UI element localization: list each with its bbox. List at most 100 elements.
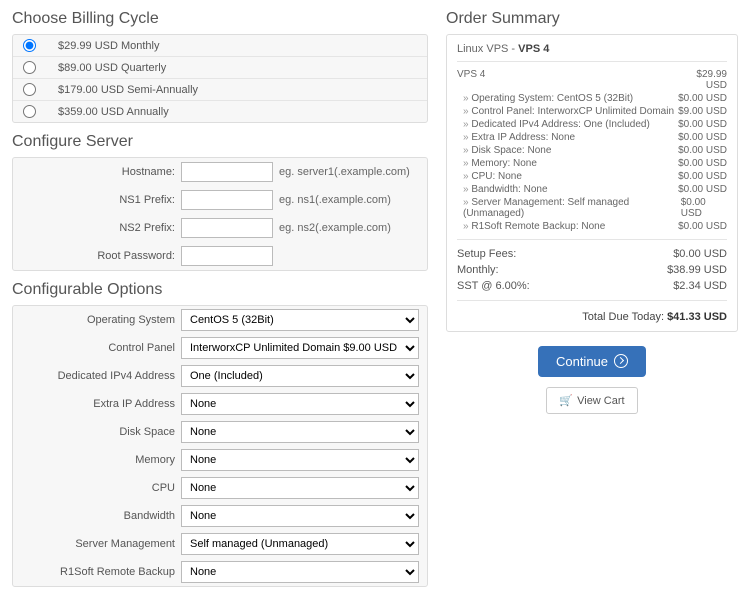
ns1-hint: eg. ns1(.example.com)	[279, 194, 391, 206]
summary-line-price: $0.00 USD	[681, 197, 727, 219]
option-label: Disk Space	[21, 426, 181, 438]
option-label: Operating System	[21, 314, 181, 326]
summary-line-price: $0.00 USD	[678, 171, 727, 182]
summary-line: Disk Space: None $0.00 USD	[457, 144, 727, 157]
summary-line: Server Management: Self managed (Unmanag…	[457, 196, 727, 220]
summary-line: Operating System: CentOS 5 (32Bit) $0.00 …	[457, 92, 727, 105]
billing-cycle-title: Choose Billing Cycle	[12, 10, 428, 28]
product-heading: Linux VPS - VPS 4	[457, 43, 727, 62]
hostname-hint: eg. server1(.example.com)	[279, 166, 410, 178]
configure-server-title: Configure Server	[12, 133, 428, 151]
summary-line-name: Server Management: Self managed (Unmanag…	[463, 197, 681, 219]
option-select[interactable]: None	[181, 393, 419, 415]
root-password-input[interactable]	[181, 246, 273, 266]
billing-label: $29.99 USD Monthly	[58, 40, 160, 52]
summary-total-value: $2.34 USD	[673, 280, 727, 292]
option-select[interactable]: One (Included)	[181, 365, 419, 387]
option-row: Extra IP AddressNone	[13, 390, 427, 418]
ns2-hint: eg. ns2(.example.com)	[279, 222, 391, 234]
option-select[interactable]: None	[181, 449, 419, 471]
option-row: Operating SystemCentOS 5 (32Bit)	[13, 306, 427, 334]
hostname-input[interactable]	[181, 162, 273, 182]
summary-line-name: Bandwidth: None	[463, 184, 548, 195]
summary-line-name: CPU: None	[463, 171, 522, 182]
summary-line-price: $0.00 USD	[678, 93, 727, 104]
billing-option[interactable]: $89.00 USD Quarterly	[13, 57, 427, 79]
summary-line-name: Memory: None	[463, 158, 537, 169]
option-select[interactable]: None	[181, 477, 419, 499]
billing-label: $89.00 USD Quarterly	[58, 62, 166, 74]
summary-line: Extra IP Address: None $0.00 USD	[457, 131, 727, 144]
summary-base-line: VPS 4 $29.99 USD	[457, 68, 727, 92]
ns1-input[interactable]	[181, 190, 273, 210]
billing-radio[interactable]	[23, 61, 36, 74]
summary-total-value: $0.00 USD	[673, 248, 727, 260]
summary-line: Dedicated IPv4 Address: One (Included)$0…	[457, 118, 727, 131]
summary-base-name: VPS 4	[457, 69, 485, 91]
ns2-input[interactable]	[181, 218, 273, 238]
option-row: MemoryNone	[13, 446, 427, 474]
summary-line-name: Extra IP Address: None	[463, 132, 575, 143]
billing-option[interactable]: $179.00 USD Semi-Annually	[13, 79, 427, 101]
summary-line: Bandwidth: None $0.00 USD	[457, 183, 727, 196]
option-row: Server ManagementSelf managed (Unmanaged…	[13, 530, 427, 558]
option-row: Disk SpaceNone	[13, 418, 427, 446]
order-summary-panel: Linux VPS - VPS 4 VPS 4 $29.99 USD Opera…	[446, 34, 738, 332]
summary-line-name: Disk Space: None	[463, 145, 551, 156]
option-select[interactable]: None	[181, 505, 419, 527]
summary-total-label: SST @ 6.00%:	[457, 280, 530, 292]
summary-total-label: Monthly:	[457, 264, 499, 276]
summary-total: Setup Fees: $0.00 USD	[457, 246, 727, 262]
option-row: R1Soft Remote BackupNone	[13, 558, 427, 586]
continue-button[interactable]: Continue	[538, 346, 646, 377]
summary-line: CPU: None $0.00 USD	[457, 170, 727, 183]
summary-total-value: $38.99 USD	[667, 264, 727, 276]
billing-cycle-panel: $29.99 USD Monthly $89.00 USD Quarterly $1…	[12, 34, 428, 123]
summary-line: R1Soft Remote Backup: None $0.00 USD	[457, 220, 727, 233]
view-cart-button[interactable]: 🛒View Cart	[546, 387, 637, 414]
arrow-right-icon	[614, 354, 628, 368]
summary-line-price: $0.00 USD	[678, 119, 727, 130]
billing-label: $359.00 USD Annually	[58, 106, 169, 118]
ns2-label: NS2 Prefix:	[21, 222, 181, 234]
summary-base-price: $29.99 USD	[677, 69, 727, 91]
root-password-label: Root Password:	[21, 250, 181, 262]
option-label: Dedicated IPv4 Address	[21, 370, 181, 382]
summary-line-name: Operating System: CentOS 5 (32Bit)	[463, 93, 633, 104]
option-select[interactable]: InterworxCP Unlimited Domain $9.00 USD	[181, 337, 419, 359]
billing-radio[interactable]	[23, 105, 36, 118]
option-label: Memory	[21, 454, 181, 466]
summary-line-price: $0.00 USD	[678, 184, 727, 195]
ns1-label: NS1 Prefix:	[21, 194, 181, 206]
billing-radio[interactable]	[23, 39, 36, 52]
option-select[interactable]: CentOS 5 (32Bit)	[181, 309, 419, 331]
hostname-label: Hostname:	[21, 166, 181, 178]
option-label: R1Soft Remote Backup	[21, 566, 181, 578]
summary-total: SST @ 6.00%: $2.34 USD	[457, 278, 727, 294]
configurable-options-panel: Operating SystemCentOS 5 (32Bit)Control …	[12, 305, 428, 587]
option-row: Control PanelInterworxCP Unlimited Domai…	[13, 334, 427, 362]
option-label: Bandwidth	[21, 510, 181, 522]
option-row: CPUNone	[13, 474, 427, 502]
option-select[interactable]: None	[181, 561, 419, 583]
option-row: BandwidthNone	[13, 502, 427, 530]
summary-line-name: Control Panel: InterworxCP Unlimited Dom…	[463, 106, 674, 117]
option-label: Control Panel	[21, 342, 181, 354]
billing-label: $179.00 USD Semi-Annually	[58, 84, 198, 96]
billing-radio[interactable]	[23, 83, 36, 96]
summary-line-price: $0.00 USD	[678, 221, 727, 232]
option-select[interactable]: None	[181, 421, 419, 443]
total-due: Total Due Today: $41.33 USD	[457, 307, 727, 323]
configure-server-panel: Hostname: eg. server1(.example.com) NS1 …	[12, 157, 428, 271]
summary-total-label: Setup Fees:	[457, 248, 516, 260]
option-row: Dedicated IPv4 AddressOne (Included)	[13, 362, 427, 390]
summary-total: Monthly: $38.99 USD	[457, 262, 727, 278]
billing-option[interactable]: $359.00 USD Annually	[13, 101, 427, 122]
summary-line-price: $0.00 USD	[678, 145, 727, 156]
summary-line-name: R1Soft Remote Backup: None	[463, 221, 605, 232]
option-select[interactable]: Self managed (Unmanaged)	[181, 533, 419, 555]
option-label: CPU	[21, 482, 181, 494]
billing-option[interactable]: $29.99 USD Monthly	[13, 35, 427, 57]
summary-line-price: $0.00 USD	[678, 132, 727, 143]
cart-icon: 🛒	[559, 395, 573, 407]
